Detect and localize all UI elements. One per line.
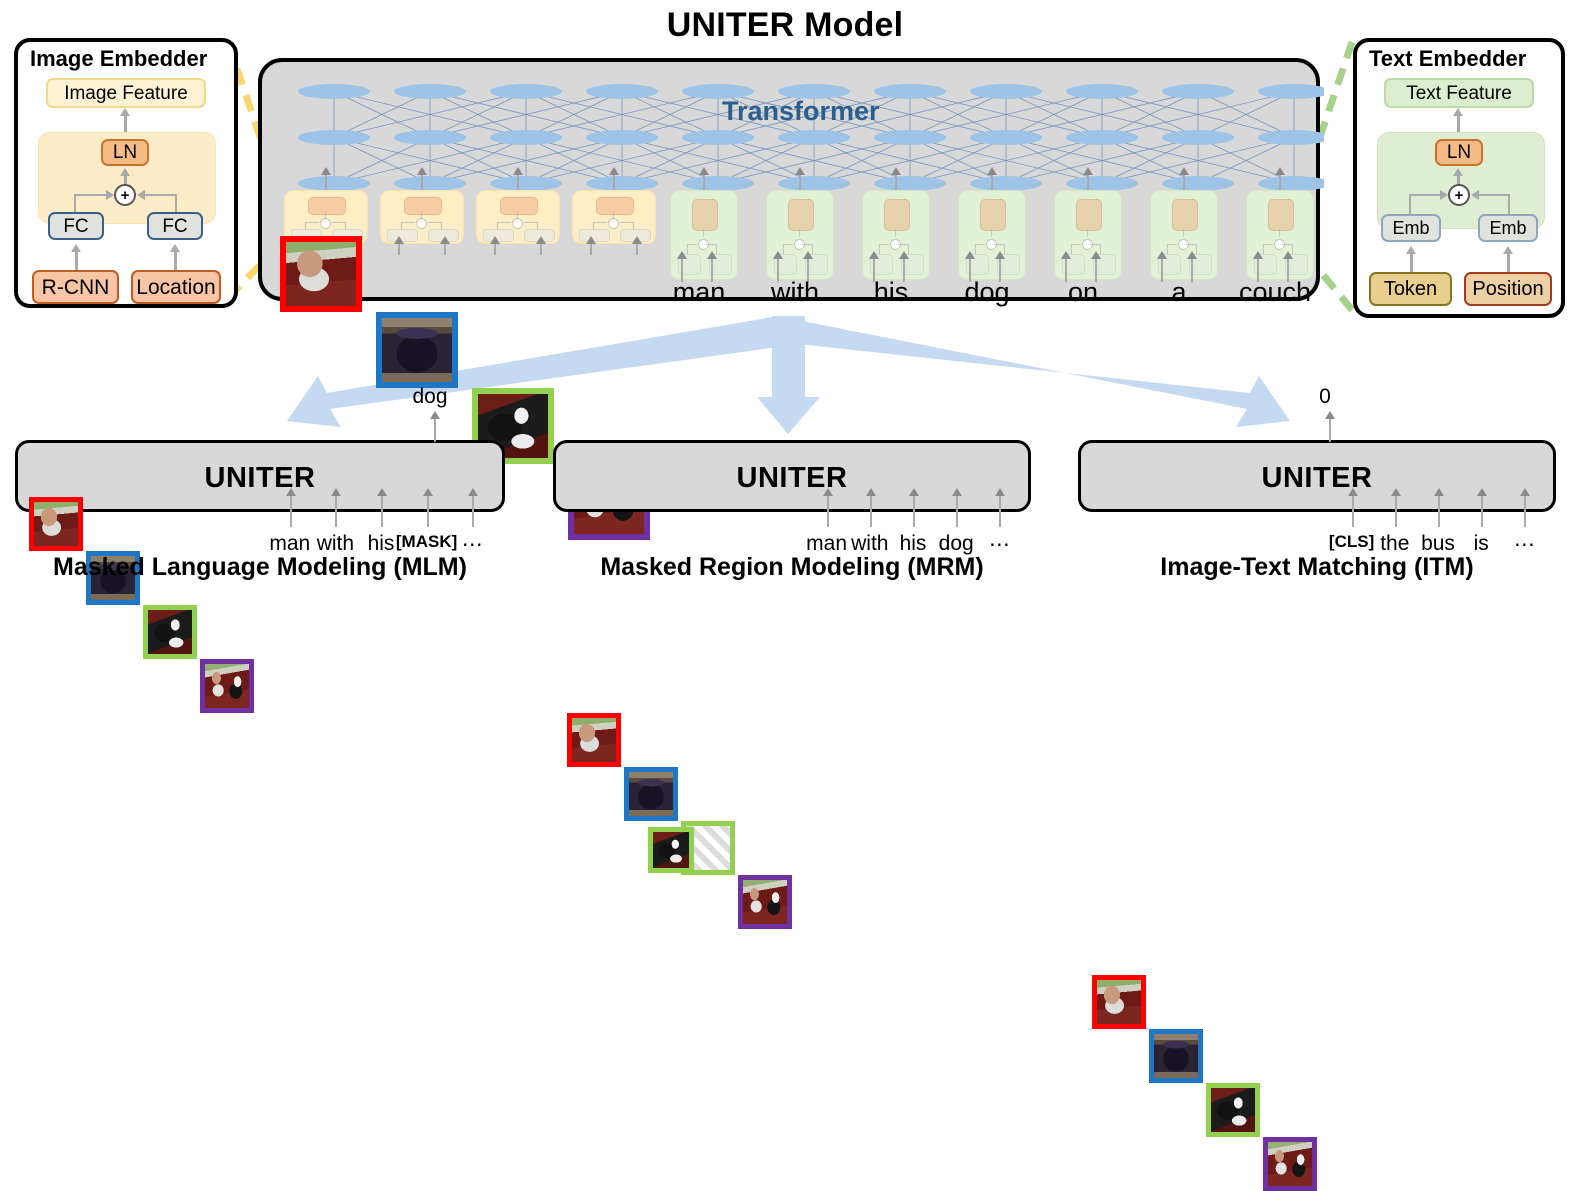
task-region-thumbnail[interactable] bbox=[143, 605, 197, 659]
task-region-thumbnail[interactable] bbox=[1092, 975, 1146, 1029]
task-region-thumbnail[interactable] bbox=[624, 767, 678, 821]
task-token-line bbox=[381, 495, 383, 527]
task-region-thumbnail[interactable] bbox=[1206, 1083, 1260, 1137]
task-token-arrow bbox=[909, 488, 919, 496]
task-token-arrow bbox=[285, 488, 296, 496]
task-output-line bbox=[1329, 418, 1331, 442]
task-region-thumbnail[interactable] bbox=[738, 875, 792, 929]
task-token-line bbox=[999, 495, 1002, 527]
task-token-arrow bbox=[331, 488, 342, 496]
task-token-line bbox=[956, 495, 959, 527]
task-token-arrow bbox=[377, 488, 387, 496]
task-output-arrow bbox=[430, 411, 440, 419]
task-token-line bbox=[472, 495, 475, 527]
task-output-arrow bbox=[1325, 411, 1335, 419]
task-token-line bbox=[913, 495, 915, 527]
task-token-line bbox=[335, 495, 338, 527]
task-output-label: dog bbox=[412, 385, 448, 408]
task-caption-mrm: Masked Region Modeling (MRM) bbox=[600, 553, 984, 581]
task-output-line bbox=[434, 418, 436, 442]
task-token-line bbox=[1481, 495, 1484, 527]
task-output-label: 0 bbox=[1319, 385, 1331, 408]
task-token-arrow bbox=[952, 488, 963, 496]
task-token-arrow bbox=[1347, 488, 1358, 496]
task-token-arrow bbox=[1434, 488, 1444, 496]
task-token-arrow bbox=[1477, 488, 1488, 496]
task-caption-itm: Image-Text Matching (ITM) bbox=[1160, 553, 1474, 581]
task-token-arrow bbox=[822, 488, 833, 496]
task-token-arrow bbox=[1390, 488, 1401, 496]
task-region-thumbnail[interactable] bbox=[567, 713, 621, 767]
task-region-thumbnail[interactable] bbox=[200, 659, 254, 713]
task-token-line bbox=[869, 495, 872, 527]
task-caption-mlm: Masked Language Modeling (MLM) bbox=[53, 553, 467, 581]
task-region-thumbnail[interactable] bbox=[29, 497, 83, 551]
task-token-line bbox=[1394, 495, 1397, 527]
pretraining-tasks-layer: UNITER man with his [MASK] ⋯ dog Masked Languag… bbox=[0, 0, 1570, 1191]
task-region-thumbnail[interactable] bbox=[1149, 1029, 1203, 1083]
task-token-arrow bbox=[995, 488, 1006, 496]
task-token-line bbox=[1524, 495, 1527, 527]
task-token-line bbox=[289, 495, 292, 527]
task-token-line bbox=[1438, 495, 1440, 527]
task-token-arrow bbox=[422, 488, 433, 496]
task-region-thumbnail[interactable] bbox=[1263, 1137, 1317, 1191]
task-token-arrow bbox=[468, 488, 479, 496]
task-token-line bbox=[426, 495, 429, 527]
task-token-line bbox=[1351, 495, 1354, 527]
task-token-arrow bbox=[1520, 488, 1531, 496]
task-token-arrow bbox=[865, 488, 876, 496]
task-token-line bbox=[826, 495, 829, 527]
task-output-region-thumbnail[interactable] bbox=[648, 827, 694, 873]
